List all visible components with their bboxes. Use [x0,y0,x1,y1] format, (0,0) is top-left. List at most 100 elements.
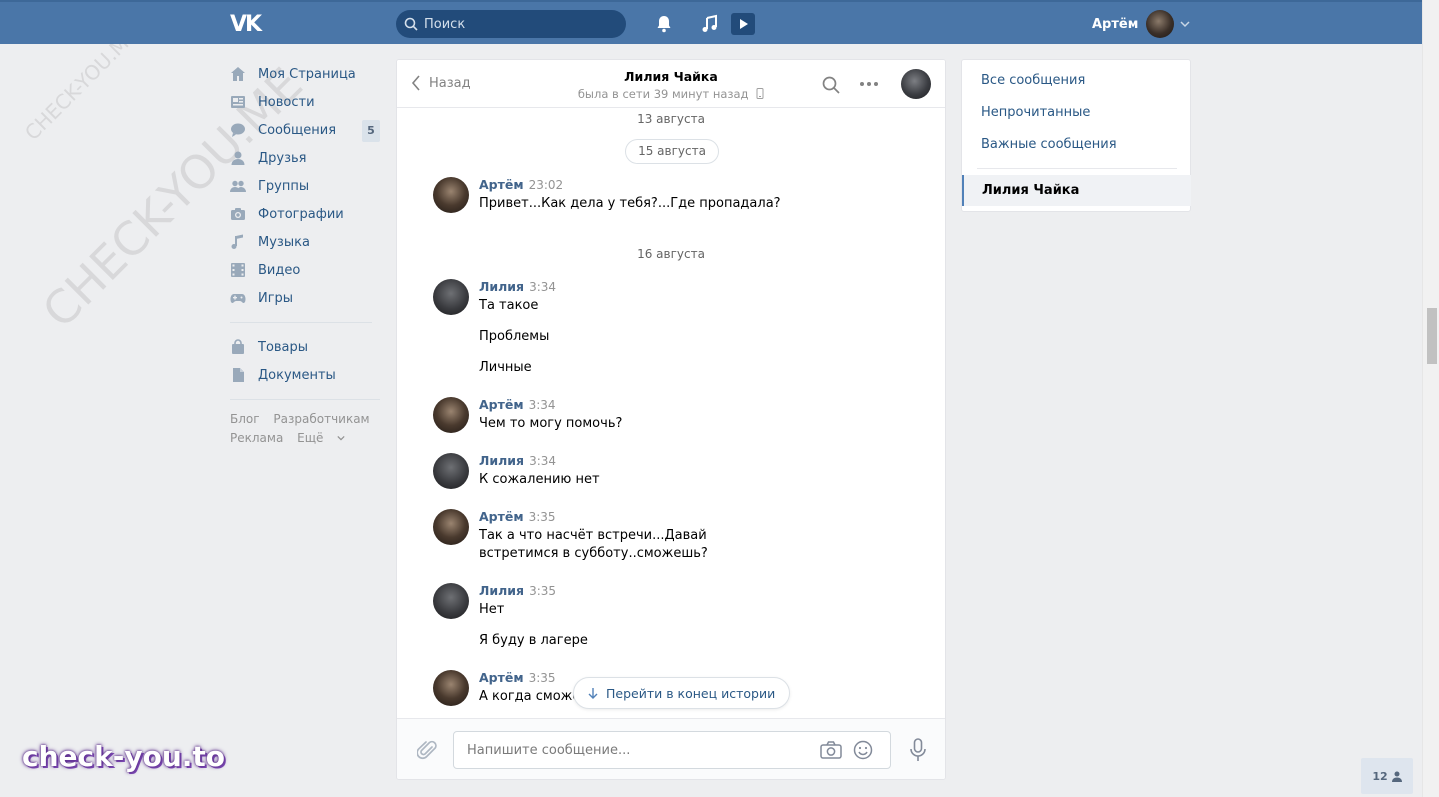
message-composer [397,718,945,779]
footer-link-developers[interactable]: Разработчикам [273,412,369,426]
message-text: К сожалению нет [479,472,600,487]
avatar[interactable] [433,509,469,545]
music-note-icon[interactable] [700,14,720,34]
messages-count-badge: 5 [362,120,380,142]
more-dots-icon[interactable] [859,76,879,92]
chat-panel: Назад Лилия Чайка была в сети 39 минут н… [396,59,946,780]
messages-icon [231,123,245,137]
gamepad-icon [230,294,246,303]
search-icon [404,17,418,31]
sidebar-item-music[interactable]: Музыка [230,228,382,256]
message-author[interactable]: Лилия 3:34 [479,279,556,294]
author-name: Лилия [479,583,525,598]
sidebar-item-video[interactable]: Видео [230,256,382,284]
search-box[interactable] [396,10,626,38]
message-time: 3:34 [529,280,557,294]
message-time: 23:02 [528,178,564,192]
sidebar-item-documents[interactable]: Документы [230,361,382,389]
avatar[interactable] [433,279,469,315]
message-author[interactable]: Артём 3:35 [479,509,556,524]
author-name: Артём [479,397,524,412]
author-name: Артём [479,177,524,192]
message-text: Привет...Как дела у тебя?...Где пропадал… [479,196,781,211]
camera-icon[interactable] [820,741,842,759]
filter-all-messages[interactable]: Все сообщения [981,73,1085,88]
footer-link-ads[interactable]: Реклама [230,431,283,445]
sidebar-item-label: Новости [258,94,315,110]
user-menu[interactable]: Артём [1092,10,1190,38]
message-filters-panel: Все сообщения Непрочитанные Важные сообщ… [961,59,1191,212]
message-author[interactable]: Лилия 3:34 [479,453,556,468]
message-author[interactable]: Лилия 3:35 [479,583,556,598]
news-icon [231,96,245,108]
message-time: 3:35 [529,584,557,598]
sidebar-item-label: Группы [258,178,310,194]
jump-to-end-button[interactable]: Перейти в конец истории [573,677,791,709]
page-scrollbar[interactable] [1422,0,1439,797]
shopping-bag-icon [232,339,244,354]
sidebar-item-games[interactable]: Игры [230,284,382,312]
message-history[interactable]: 13 августа 15 августа Артём 23:02 Привет.… [397,108,945,718]
message-author[interactable]: Артём 3:35 [479,670,556,685]
avatar[interactable] [433,397,469,433]
filter-unread[interactable]: Непрочитанные [981,105,1090,120]
search-input[interactable] [424,16,614,32]
microphone-icon[interactable] [909,738,927,762]
avatar[interactable] [433,177,469,213]
online-count: 12 [1372,769,1388,783]
vk-logo[interactable]: VK [230,12,264,37]
sidebar-item-groups[interactable]: Группы [230,172,382,200]
sidebar-item-label: Сообщения [258,122,337,138]
brand-watermark: check-you.to [22,740,226,773]
film-icon [231,263,245,277]
search-icon[interactable] [822,76,840,94]
groups-icon [230,180,246,192]
message-time: 3:35 [528,510,556,524]
footer-link-blog[interactable]: Блог [230,412,260,426]
active-conversation[interactable]: Лилия Чайка [962,175,1191,206]
avatar[interactable] [433,670,469,706]
chevron-down-icon [337,435,345,441]
play-icon[interactable] [731,13,755,35]
sidebar-item-photos[interactable]: Фотографии [230,200,382,228]
footer-more-label: Ещё [297,431,324,445]
sidebar-divider [230,399,380,400]
author-name: Лилия [479,453,525,468]
sidebar-item-label: Видео [258,262,301,278]
sidebar-item-friends[interactable]: Друзья [230,144,382,172]
sidebar-item-label: Музыка [258,234,310,250]
music-note-icon [231,234,243,249]
bell-icon[interactable] [654,14,674,34]
message-text: Нет [479,602,505,617]
arrow-down-icon [588,688,598,699]
message-author[interactable]: Артём 23:02 [479,177,563,192]
message-text: Я буду в лагере [479,633,588,648]
message-time: 3:34 [528,398,556,412]
jump-label: Перейти в конец истории [606,685,776,701]
user-avatar [1146,10,1175,38]
filter-important[interactable]: Важные сообщения [981,137,1117,152]
message-text: Та такое [479,298,539,313]
avatar[interactable] [433,583,469,619]
date-separator: 13 августа [637,112,705,126]
smile-icon[interactable] [853,740,873,760]
sidebar-item-news[interactable]: Новости [230,88,382,116]
home-icon [231,67,245,81]
avatar[interactable] [433,453,469,489]
sidebar-item-messages[interactable]: Сообщения 5 [230,116,382,144]
sidebar-item-goods[interactable]: Товары [230,333,382,361]
online-friends-button[interactable]: 12 [1361,758,1413,794]
scrollbar-thumb[interactable] [1427,308,1437,364]
message-author[interactable]: Артём 3:34 [479,397,556,412]
left-sidebar: Моя Страница Новости Сообщения 5 Друзья … [230,60,382,448]
panel-divider [977,168,1177,169]
sidebar-item-my-page[interactable]: Моя Страница [230,60,382,88]
peer-avatar[interactable] [901,69,931,99]
sidebar-divider [230,322,372,323]
chevron-down-icon [1180,21,1190,28]
message-text: Проблемы [479,329,550,344]
document-icon [233,368,244,382]
message-time: 3:34 [529,454,557,468]
paperclip-icon[interactable] [417,739,437,761]
footer-link-more[interactable]: Ещё [297,431,345,445]
